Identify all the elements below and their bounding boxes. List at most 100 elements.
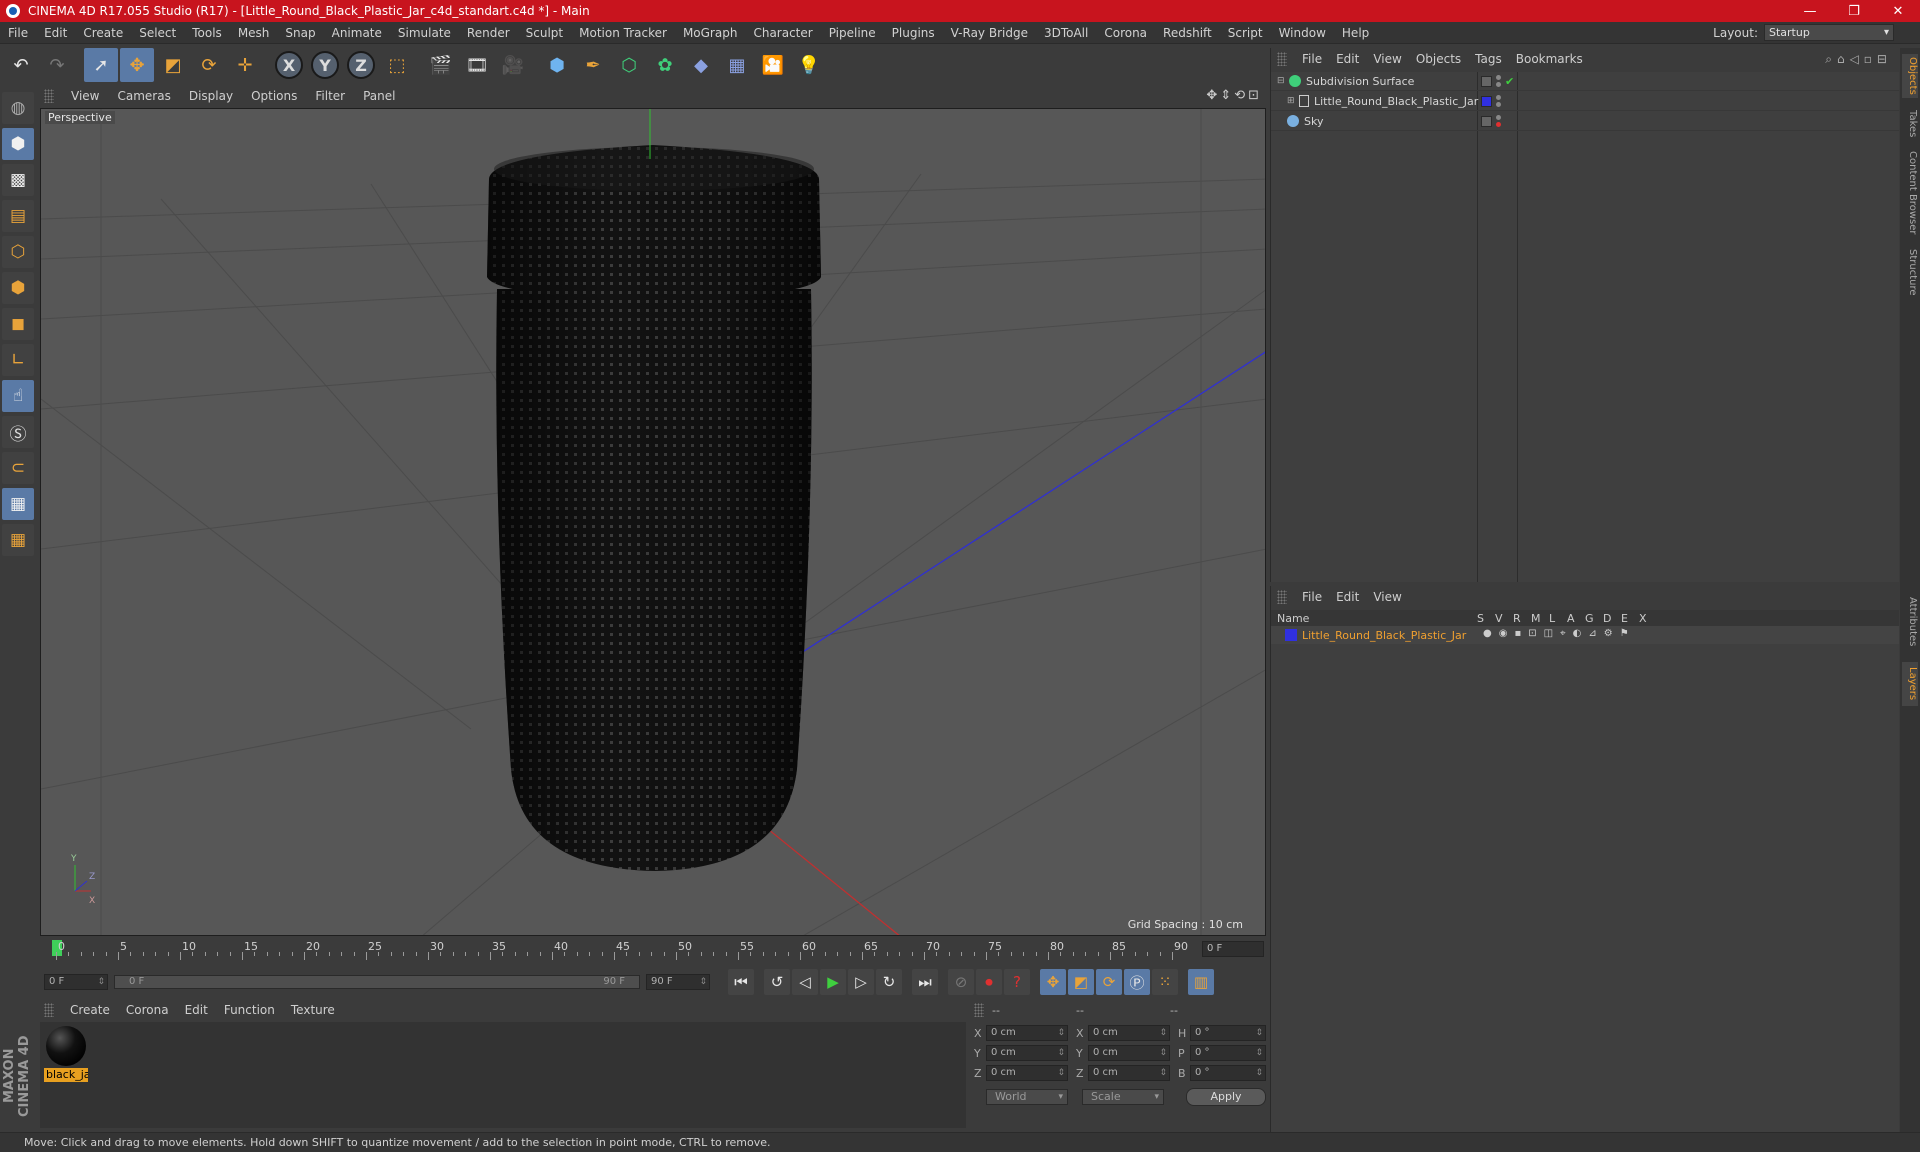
layer-list[interactable]: Little_Round_Black_Plastic_Jar ●◉▪⊡◫⌖◐⊿⚙…: [1271, 626, 1899, 1132]
layout-dropdown[interactable]: Startup: [1764, 24, 1894, 41]
start-frame-field[interactable]: 0 F: [44, 974, 108, 990]
render-settings-icon[interactable]: 🎥: [496, 48, 530, 82]
column-view[interactable]: V: [1495, 612, 1513, 625]
layer-tag-icon[interactable]: [1481, 115, 1492, 127]
maximize-button[interactable]: ❐: [1832, 0, 1876, 22]
column-generators[interactable]: G: [1585, 612, 1603, 625]
axis-mode-icon[interactable]: ∟: [2, 344, 34, 376]
object-name[interactable]: Sky: [1304, 115, 1323, 128]
position-x-field[interactable]: 0 cm: [986, 1025, 1068, 1041]
light-icon[interactable]: 💡: [792, 48, 826, 82]
tweak-mode-icon[interactable]: ☝: [2, 380, 34, 412]
coordinate-mode-dropdown[interactable]: World: [986, 1089, 1068, 1105]
object-row-jar[interactable]: ⊞ Little_Round_Black_Plastic_Jar: [1271, 92, 1899, 111]
column-expressions[interactable]: E: [1621, 612, 1639, 625]
floor-scene-icon[interactable]: ▦: [720, 48, 754, 82]
camera-label[interactable]: Perspective: [45, 111, 115, 124]
scale-tool-icon[interactable]: ◩: [156, 48, 190, 82]
layers-menu-edit[interactable]: Edit: [1329, 590, 1366, 604]
tab-takes[interactable]: Takes: [1902, 106, 1918, 142]
workplane-lock-icon[interactable]: ▦: [2, 488, 34, 520]
go-to-start-icon[interactable]: ⏮: [728, 969, 754, 995]
material-swatch[interactable]: black_ja: [44, 1026, 88, 1086]
preview-range-slider[interactable]: 0 F 90 F: [114, 975, 640, 989]
move-tool-icon[interactable]: ✥: [120, 48, 154, 82]
mograph-cloner-icon[interactable]: ✿: [648, 48, 682, 82]
tab-attributes[interactable]: Attributes: [1902, 590, 1918, 654]
render-picture-viewer-icon[interactable]: 🎞: [460, 48, 494, 82]
menu-tools[interactable]: Tools: [184, 26, 230, 40]
timeline-ruler[interactable]: 0 5 10 15 20 25 30 35 40 45 50 55 60 65 70 75 80 85 90 0 F: [40, 938, 1266, 960]
redo-icon[interactable]: ↷: [40, 48, 74, 82]
layer-tag-icon[interactable]: [1481, 75, 1492, 87]
object-status-toggles[interactable]: [1481, 112, 1501, 131]
menu-edit[interactable]: Edit: [36, 26, 75, 40]
viewport-navigation-icons[interactable]: ✥⇕⟲⊡: [1206, 88, 1262, 103]
layer-toggle-icons[interactable]: ●◉▪⊡◫⌖◐⊿⚙⚑: [1483, 628, 1636, 639]
object-status-toggles[interactable]: [1481, 92, 1501, 111]
autokey-icon[interactable]: ?: [1004, 969, 1030, 995]
menu-mograph[interactable]: MoGraph: [675, 26, 746, 40]
material-menu-texture[interactable]: Texture: [283, 1003, 343, 1017]
viewport-menu-panel[interactable]: Panel: [354, 89, 404, 103]
position-y-field[interactable]: 0 cm: [986, 1045, 1068, 1061]
column-locked[interactable]: L: [1549, 612, 1567, 625]
layers-menu-view[interactable]: View: [1366, 590, 1408, 604]
position-z-field[interactable]: 0 cm: [986, 1065, 1068, 1081]
menu-pipeline[interactable]: Pipeline: [821, 26, 884, 40]
object-name[interactable]: Little_Round_Black_Plastic_Jar: [1314, 95, 1478, 108]
undo-icon[interactable]: ↶: [4, 48, 38, 82]
layers-menu-file[interactable]: File: [1295, 590, 1329, 604]
column-solo[interactable]: S: [1477, 612, 1495, 625]
spline-pen-icon[interactable]: ✒: [576, 48, 610, 82]
object-name[interactable]: Subdivision Surface: [1306, 75, 1414, 88]
menu-snap[interactable]: Snap: [277, 26, 323, 40]
rotation-h-field[interactable]: 0 °: [1190, 1025, 1266, 1041]
size-z-field[interactable]: 0 cm: [1088, 1065, 1170, 1081]
menu-corona[interactable]: Corona: [1096, 26, 1155, 40]
viewport-menu-display[interactable]: Display: [180, 89, 242, 103]
menu-select[interactable]: Select: [131, 26, 184, 40]
workplane-mode-icon[interactable]: ▤: [2, 200, 34, 232]
record-keys-disabled-icon[interactable]: ⊘: [948, 969, 974, 995]
size-y-field[interactable]: 0 cm: [1088, 1045, 1170, 1061]
menu-animate[interactable]: Animate: [324, 26, 390, 40]
panel-grip-icon[interactable]: [44, 89, 54, 103]
enabled-check-icon[interactable]: ✔: [1505, 75, 1514, 88]
column-deformers[interactable]: D: [1603, 612, 1621, 625]
go-to-end-icon[interactable]: ⏭: [912, 969, 938, 995]
key-parameter-icon[interactable]: Ⓟ: [1124, 969, 1150, 995]
z-axis-lock-icon[interactable]: Z: [344, 48, 378, 82]
objects-menu-view[interactable]: View: [1366, 52, 1408, 66]
texture-mode-icon[interactable]: ▩: [2, 164, 34, 196]
tab-structure[interactable]: Structure: [1902, 244, 1918, 300]
objects-menu-objects[interactable]: Objects: [1409, 52, 1468, 66]
next-frame-icon[interactable]: ▷: [848, 969, 874, 995]
coordinate-system-icon[interactable]: ⬚: [380, 48, 414, 82]
key-scale-icon[interactable]: ◩: [1068, 969, 1094, 995]
column-render[interactable]: R: [1513, 612, 1531, 625]
menu-script[interactable]: Script: [1220, 26, 1271, 40]
tab-content-browser[interactable]: Content Browser: [1902, 148, 1918, 238]
jar-model[interactable]: [487, 145, 821, 871]
menu-sculpt[interactable]: Sculpt: [518, 26, 571, 40]
viewport-menu-options[interactable]: Options: [242, 89, 306, 103]
points-mode-icon[interactable]: ⬡: [2, 236, 34, 268]
record-active-icon[interactable]: ⏺: [976, 969, 1002, 995]
y-axis-lock-icon[interactable]: Y: [308, 48, 342, 82]
object-status-toggles[interactable]: ✔: [1481, 72, 1514, 91]
rotation-p-field[interactable]: 0 °: [1190, 1045, 1266, 1061]
collapse-icon[interactable]: ⊟: [1277, 76, 1289, 86]
expand-icon[interactable]: ⊞: [1287, 96, 1299, 106]
cube-object-icon[interactable]: ⬢: [540, 48, 574, 82]
minimize-button[interactable]: —: [1788, 0, 1832, 22]
polygons-mode-icon[interactable]: ◼: [2, 308, 34, 340]
grid-snap-icon[interactable]: ▦: [2, 524, 34, 556]
objects-menu-file[interactable]: File: [1295, 52, 1329, 66]
rotate-tool-icon[interactable]: ⟳: [192, 48, 226, 82]
viewport-menu-filter[interactable]: Filter: [306, 89, 354, 103]
column-animation[interactable]: A: [1567, 612, 1585, 625]
menu-file[interactable]: File: [0, 26, 36, 40]
viewport-menu-cameras[interactable]: Cameras: [108, 89, 179, 103]
menu-mesh[interactable]: Mesh: [230, 26, 278, 40]
